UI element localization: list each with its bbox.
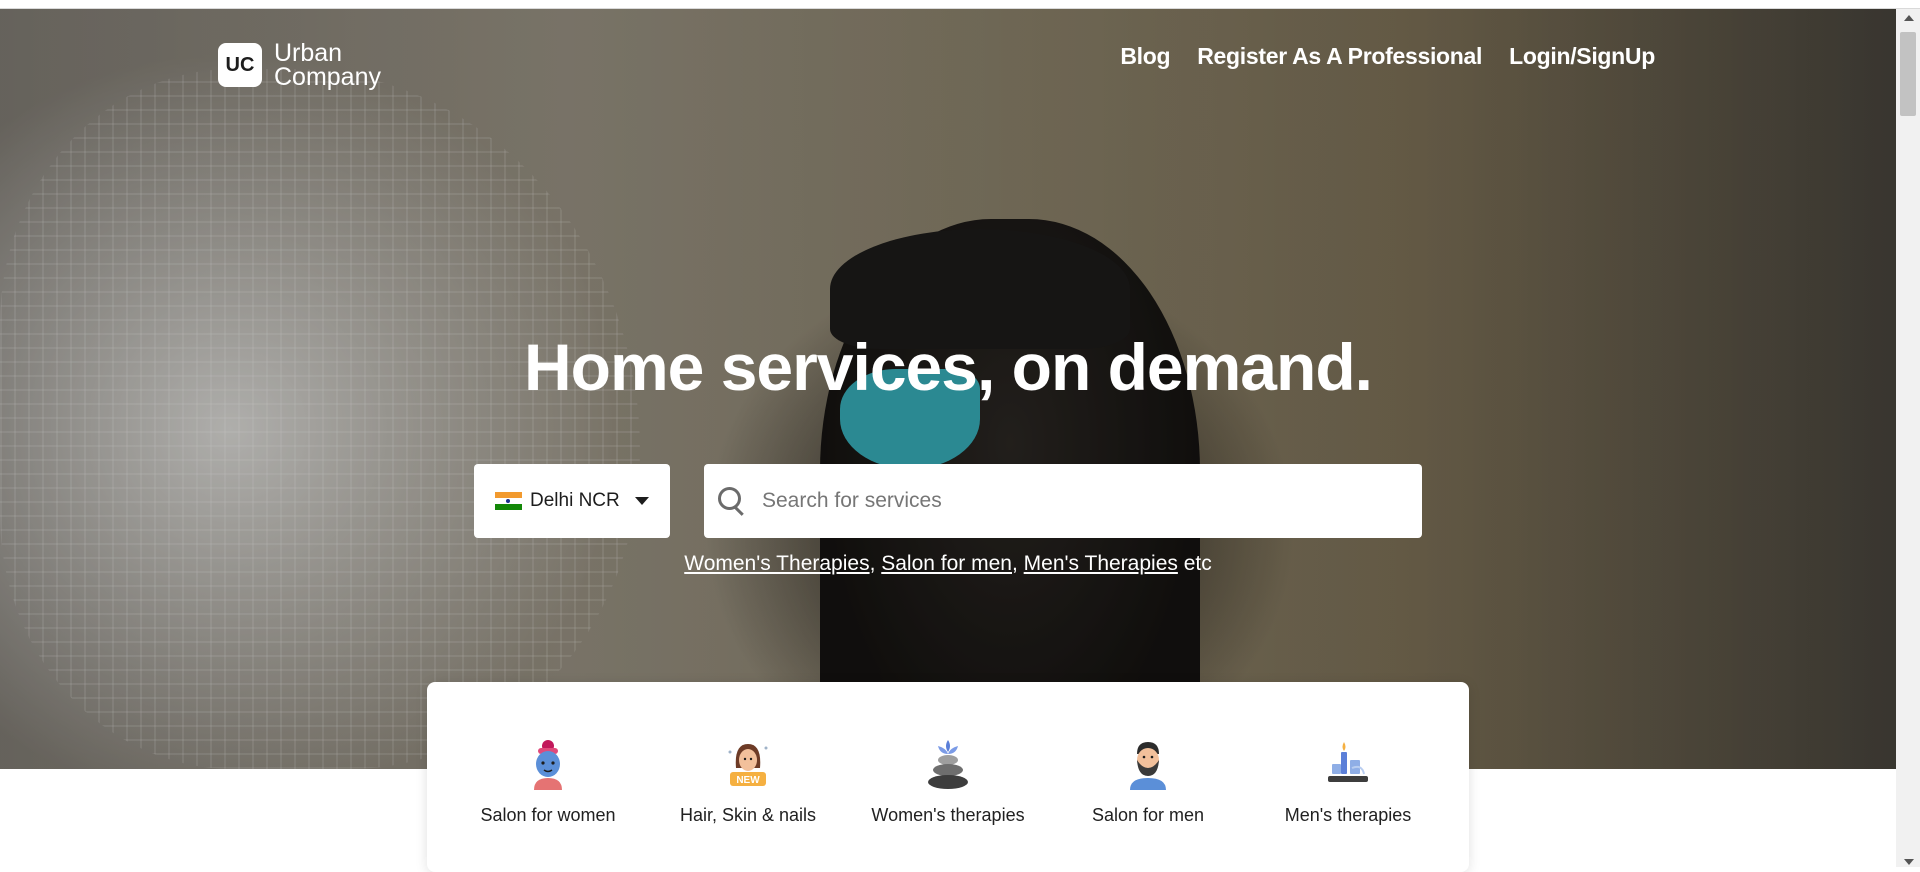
service-search-box[interactable] — [704, 464, 1422, 538]
category-hair-skin-nails[interactable]: NEW Hair, Skin & nails — [648, 738, 848, 826]
search-suggestions: Women's Therapies, Salon for men, Men's … — [0, 552, 1896, 576]
suggestion-suffix: etc — [1177, 552, 1212, 575]
brand-logo-text: Urban Company — [274, 39, 381, 91]
search-icon — [718, 487, 746, 516]
browser-top-edge — [0, 0, 1920, 9]
category-card: Salon for women NEW Hair, Skin & nails W… — [427, 682, 1469, 872]
suggestion-link-salon-for-men[interactable]: Salon for men — [881, 552, 1012, 575]
category-label: Salon for women — [480, 805, 616, 825]
category-label: Men's therapies — [1284, 805, 1412, 825]
service-search-input[interactable] — [760, 488, 1384, 514]
city-selector[interactable]: Delhi NCR — [474, 464, 670, 538]
brand-logo[interactable]: UC Urban Company — [218, 39, 381, 91]
brand-logo-mark: UC — [218, 43, 262, 87]
category-salon-for-women[interactable]: Salon for women — [448, 738, 648, 826]
brand-line2: Company — [274, 63, 381, 91]
suggestion-link-mens-therapies[interactable]: Men's Therapies — [1024, 552, 1178, 575]
top-nav: Blog Register As A Professional Login/Si… — [1120, 43, 1655, 70]
hero-headline: Home services, on demand. — [524, 330, 1373, 404]
category-womens-therapies[interactable]: Women's therapies — [848, 738, 1048, 826]
caret-down-icon — [634, 497, 649, 505]
scrollbar-thumb[interactable] — [1900, 32, 1916, 116]
hero-banner: UC Urban Company Blog Register As A Prof… — [0, 9, 1896, 769]
nav-register-professional-link[interactable]: Register As A Professional — [1197, 43, 1482, 70]
nav-blog-link[interactable]: Blog — [1120, 43, 1170, 70]
new-badge-text: NEW — [736, 775, 760, 786]
category-label: Hair, Skin & nails — [679, 805, 817, 825]
category-label: Women's therapies — [871, 805, 1025, 825]
candle-massage-icon — [1328, 742, 1368, 782]
woman-new-badge-icon: NEW — [728, 744, 768, 786]
city-selector-label: Delhi NCR — [530, 490, 620, 511]
category-salon-for-men[interactable]: Salon for men — [1048, 738, 1248, 826]
bearded-man-icon — [1130, 742, 1166, 790]
scroll-up-arrow-icon[interactable] — [1904, 15, 1914, 21]
suggestion-separator: , — [1012, 552, 1024, 575]
brand-line1: Urban — [274, 39, 343, 67]
suggestion-separator: , — [869, 552, 882, 575]
suggestion-link-womens-therapies[interactable]: Women's Therapies — [684, 552, 869, 575]
scroll-down-arrow-icon[interactable] — [1904, 859, 1914, 865]
category-mens-therapies[interactable]: Men's therapies — [1248, 738, 1448, 826]
page-scrollbar[interactable] — [1896, 9, 1920, 867]
india-flag-icon — [495, 492, 522, 510]
nav-login-signup-link[interactable]: Login/SignUp — [1509, 43, 1655, 70]
category-label: Salon for men — [1091, 805, 1205, 825]
woman-face-mask-icon — [534, 740, 562, 790]
spa-stones-icon — [928, 740, 968, 789]
